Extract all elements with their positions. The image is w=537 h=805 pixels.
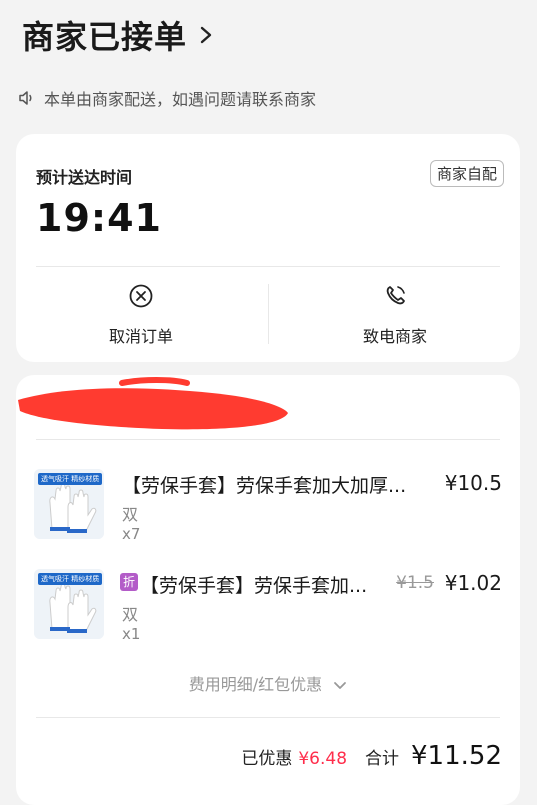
item-name: 【劳保手套】劳保手套加大加厚... <box>122 475 407 497</box>
total-label: 合计 <box>365 749 400 769</box>
fee-detail-label: 费用明细/红包优惠 <box>188 675 323 694</box>
item-name: 【劳保手套】劳保手套加... <box>140 575 368 597</box>
cancel-order-button[interactable]: 取消订单 <box>16 284 266 346</box>
redaction-scribble <box>18 377 288 430</box>
product-thumbnail[interactable]: 透气吸汗 精纱材质 <box>34 569 104 639</box>
order-item[interactable]: 透气吸汗 精纱材质 【劳保手套】劳保手套加大加厚... 双 x7 ¥10.5 <box>34 465 502 545</box>
order-summary: 已优惠 ¥6.48 合计 ¥11.52 <box>241 741 502 771</box>
thumbnail-tag: 透气吸汗 精纱材质 <box>38 473 103 485</box>
discount-label: 已优惠 <box>241 749 293 769</box>
item-spec: 双 <box>122 505 139 524</box>
eta-time: 19:41 <box>36 196 162 240</box>
merchant-delivery-badge: 商家自配 <box>429 160 504 187</box>
product-thumbnail[interactable]: 透气吸汗 精纱材质 <box>34 469 104 539</box>
discount-tag: 折 <box>120 573 138 591</box>
speaker-icon <box>18 89 36 107</box>
discount-amount: ¥6.48 <box>298 749 348 769</box>
chevron-right-icon <box>197 26 215 44</box>
eta-label: 预计送达时间 <box>36 168 133 187</box>
divider <box>36 717 500 718</box>
order-item[interactable]: 透气吸汗 精纱材质 折 【劳保手套】劳保手套加... 双 x1 ¥1.5 ¥1.… <box>34 565 502 645</box>
order-status-title: 商家已接单 <box>22 18 188 56</box>
notice-text: 本单由商家配送，如遇问题请联系商家 <box>44 90 317 109</box>
call-merchant-label: 致电商家 <box>362 327 427 346</box>
call-merchant-button[interactable]: 致电商家 <box>270 284 520 346</box>
phone-icon <box>382 283 408 313</box>
total-amount: ¥11.52 <box>411 741 502 771</box>
divider <box>36 439 500 440</box>
item-original-price: ¥1.5 <box>396 573 434 593</box>
cancel-order-label: 取消订单 <box>108 327 173 346</box>
divider <box>268 284 269 344</box>
thumbnail-tag: 透气吸汗 精纱材质 <box>38 573 103 585</box>
item-spec: 双 <box>122 605 139 624</box>
divider <box>36 266 500 267</box>
cancel-circle-icon <box>128 283 154 313</box>
order-card: 透气吸汗 精纱材质 【劳保手套】劳保手套加大加厚... 双 x7 ¥10.5 透… <box>16 375 520 805</box>
delivery-notice: 本单由商家配送，如遇问题请联系商家 <box>18 86 316 110</box>
item-quantity: x7 <box>122 525 141 543</box>
item-quantity: x1 <box>122 625 141 643</box>
delivery-card: 预计送达时间 商家自配 19:41 取消订单 致电商家 <box>16 134 520 362</box>
item-price: ¥1.02 <box>444 571 502 595</box>
order-status-header[interactable]: 商家已接单 <box>22 12 215 58</box>
chevron-down-icon <box>333 676 347 695</box>
fee-detail-toggle[interactable]: 费用明细/红包优惠 <box>16 671 520 695</box>
item-price: ¥10.5 <box>444 471 502 495</box>
